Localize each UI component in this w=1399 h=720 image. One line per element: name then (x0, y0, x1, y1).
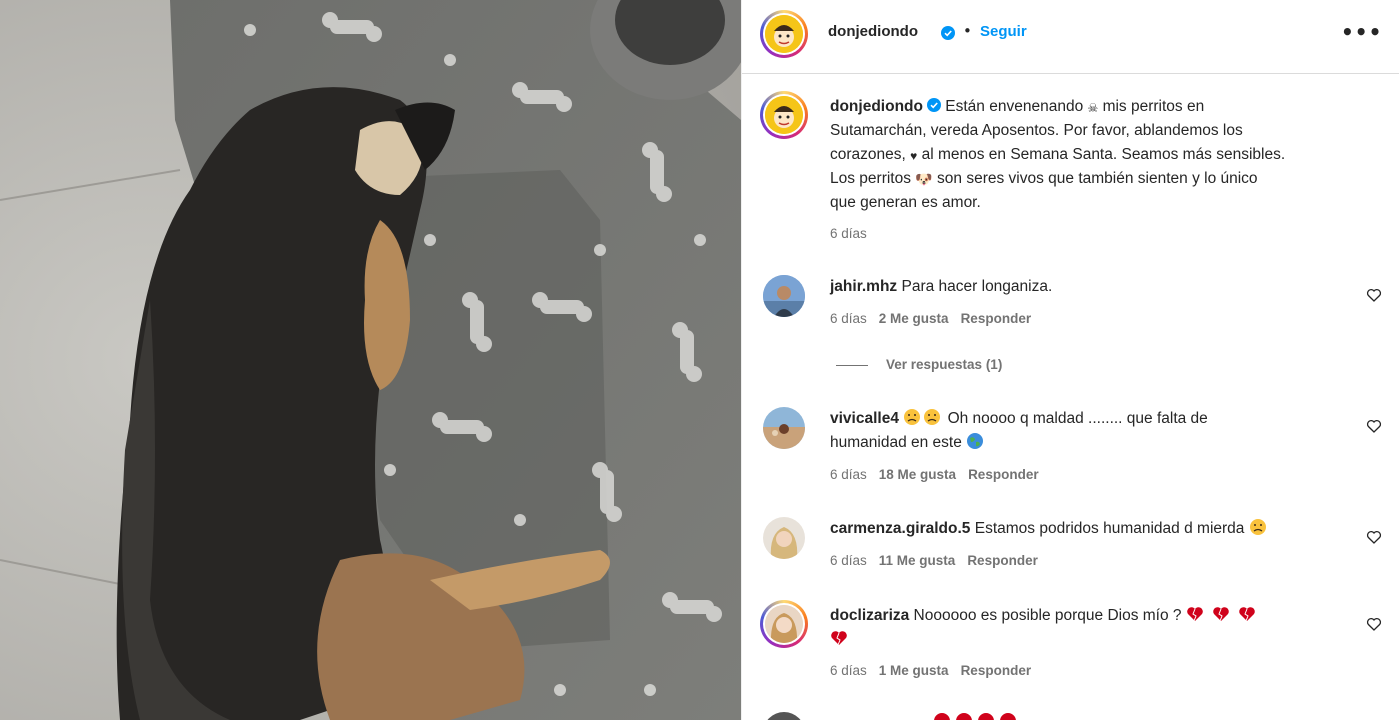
comment-likes[interactable]: 2 Me gusta (879, 311, 949, 326)
caption-username[interactable]: donjediondo (830, 98, 923, 115)
like-heart-icon[interactable] (1366, 616, 1382, 632)
reply-button[interactable]: Responder (961, 311, 1032, 326)
caption-time: 6 días (830, 226, 867, 241)
dog-photo (0, 0, 741, 720)
comment-meta: 6 días 18 Me gusta Responder (830, 467, 1051, 482)
heart-emoji-icon (934, 713, 1016, 720)
reply-button[interactable]: Responder (961, 663, 1032, 678)
commenter-avatar[interactable] (763, 712, 805, 720)
dog-face-icon: 🐶 (915, 171, 933, 187)
commenter-avatar[interactable] (763, 275, 805, 317)
comment-text: doclizariza Noooooo es posible porque Di… (830, 604, 1350, 652)
woman-photo-icon (763, 517, 805, 559)
replies-divider-line (836, 364, 868, 366)
globe-emoji-icon (967, 433, 984, 449)
like-heart-icon[interactable] (1366, 418, 1382, 434)
comment-meta: 6 días 11 Me gusta Responder (830, 553, 1050, 568)
comment-time: 6 días (830, 663, 867, 678)
reply-button[interactable]: Responder (967, 553, 1038, 568)
post-side-panel: donjediondo • Seguir ••• donjediondo Est… (741, 0, 1399, 720)
caption-text: donjediondo Están envenenando ☠ mis perr… (830, 95, 1370, 215)
dot-separator: • (963, 22, 972, 40)
caption-line1: Están envenenando (940, 98, 1084, 115)
commenter-avatar[interactable] (760, 600, 808, 648)
author-avatar[interactable] (760, 10, 808, 58)
comment-text: vivicalle4 Oh noooo q maldad ........ qu… (830, 407, 1340, 455)
sad-face-emoji-icon (904, 409, 941, 425)
comment-text: jahir.mhz Para hacer longaniza. (830, 275, 1330, 299)
caption-line3b: al menos en Semana Santa. Seamos más sen… (917, 146, 1286, 163)
verified-badge-icon (926, 98, 941, 112)
verified-badge-icon (941, 26, 955, 40)
caption-avatar[interactable] (760, 91, 808, 139)
post-media[interactable] (0, 0, 741, 720)
person-photo-icon (763, 275, 805, 317)
more-options-icon[interactable]: ••• (1341, 20, 1382, 44)
comment-likes[interactable]: 1 Me gusta (879, 663, 949, 678)
comment-username[interactable]: doclizariza (830, 607, 909, 624)
comment-time: 6 días (830, 553, 867, 568)
commenter-avatar[interactable] (763, 407, 805, 449)
cartoon-face-icon (765, 96, 803, 134)
comment-body: Oh noooo q maldad ........ que falta de (943, 410, 1208, 427)
like-heart-icon[interactable] (1366, 287, 1382, 303)
follow-button[interactable]: Seguir (980, 23, 1027, 40)
comment-time: 6 días (830, 311, 867, 326)
caption-line4b: son seres vivos que también sienten y lo… (932, 170, 1258, 187)
commenter-avatar[interactable] (763, 517, 805, 559)
comment-likes[interactable]: 18 Me gusta (879, 467, 956, 482)
caption-line2: Sutamarchán, vereda Aposentos. Por favor… (830, 122, 1243, 139)
view-replies-button[interactable]: Ver respuestas (1) (836, 357, 1002, 372)
caption-line1b: mis perritos en (1098, 98, 1205, 115)
author-username[interactable]: donjediondo (828, 23, 918, 40)
comment-meta: 6 días 1 Me gusta Responder (830, 663, 1043, 678)
reply-button[interactable]: Responder (968, 467, 1039, 482)
cartoon-face-icon (765, 15, 803, 53)
sad-face-emoji-icon (1249, 519, 1266, 535)
broken-heart-emoji-icon (831, 631, 847, 646)
comment-meta: 6 días 2 Me gusta Responder (830, 311, 1043, 326)
beach-photo-icon (763, 407, 805, 449)
broken-heart-emoji-icon (1187, 607, 1255, 622)
skull-crossbones-icon: ☠ (1087, 101, 1099, 115)
comment-body: Noooooo es posible porque Dios mío ? (909, 607, 1182, 624)
post-header: donjediondo • Seguir ••• (742, 0, 1399, 74)
view-replies-label: Ver respuestas (1) (886, 357, 1003, 372)
caption-line3a: corazones, (830, 146, 906, 163)
comment-body: Para hacer longaniza. (897, 278, 1053, 295)
like-heart-icon[interactable] (1366, 529, 1382, 545)
comment-time: 6 días (830, 467, 867, 482)
woman-photo-icon (765, 605, 803, 643)
comment-body: Estamos podridos humanidad d mierda (970, 520, 1245, 537)
caption-line5: que generan es amor. (830, 194, 981, 211)
comment-text: carmenza.giraldo.5 Estamos podridos huma… (830, 517, 1350, 541)
comment-likes[interactable]: 11 Me gusta (879, 553, 956, 568)
comment-username[interactable]: jahir.mhz (830, 278, 897, 295)
comment-body-line2: humanidad en este (830, 434, 962, 451)
comment-username[interactable]: vivicalle4 (830, 410, 899, 427)
caption-line4a: Los perritos (830, 170, 911, 187)
comment-username[interactable]: carmenza.giraldo.5 (830, 520, 970, 537)
